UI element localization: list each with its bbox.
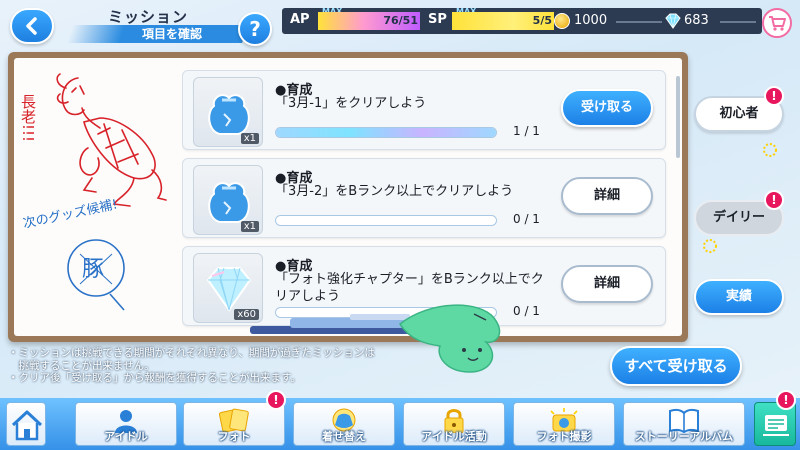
page-title: ミッション <box>108 8 189 26</box>
help-button[interactable]: ? <box>238 12 272 46</box>
gem-icon <box>665 13 681 29</box>
receive-reward-button[interactable]: 受け取る <box>561 89 653 127</box>
mission-list[interactable]: x1 ●育成 「3月-1」をクリアしよう 1 / 1 受け取る x1 ●育成 「… <box>182 70 672 334</box>
reward-thumbnail: x1 <box>193 165 263 235</box>
mission-description: 「3月-1」をクリアしよう <box>275 96 427 111</box>
mission-progress-bar <box>275 215 497 226</box>
menu-icon <box>763 415 789 436</box>
reward-count: x1 <box>240 221 259 232</box>
nav-photo-alert-badge: ! <box>266 390 286 410</box>
mission-card: x1 ●育成 「3月-1」をクリアしよう 1 / 1 受け取る <box>182 70 666 150</box>
mission-progress-text: 0 / 1 <box>513 212 540 226</box>
doodle-seal-text: 豚 <box>82 257 104 282</box>
nav-photo-shoot[interactable]: フォト撮影 <box>513 402 615 446</box>
page-title-block: ミッション 項目を確認 <box>67 4 250 44</box>
tab-beginner-alert-badge: ! <box>764 86 784 106</box>
mission-description: 「3月-2」をBランク以上でクリアしよう <box>275 184 514 199</box>
mission-notes: ・ミッションは挑戦できる期間がそれぞれ異なり、期間が過ぎたミッションは 挑戦する… <box>8 347 468 385</box>
mission-board-surface: 長老!!! 次のグッズ候補! 豚 x1 ●育成 「3月-1」をクリアしよう 1 … <box>14 58 682 336</box>
gem-divider <box>720 21 756 23</box>
claim-all-button[interactable]: すべて受け取る <box>610 346 742 386</box>
note-line: ・クリア後「受け取る」から報酬を獲得することが出来ます。 <box>8 372 301 384</box>
nav-story-album[interactable]: ストーリーアルバム <box>623 402 745 446</box>
ap-gauge: 76/51 <box>318 12 420 30</box>
coin-divider <box>616 21 662 23</box>
cart-icon <box>769 16 786 31</box>
reward-count: x1 <box>240 133 259 144</box>
nav-photo[interactable]: フォト <box>183 402 285 446</box>
doodle-text-next-goods: 次のグッズ候補! <box>22 196 119 232</box>
home-icon <box>11 410 43 441</box>
gem-count: 683 <box>684 13 709 28</box>
shop-cart-button[interactable] <box>762 8 792 38</box>
nav-idol-activity[interactable]: アイドル活動 <box>403 402 505 446</box>
mission-progress-fill <box>276 128 496 137</box>
whiteboard-doodle: 長老!!! 次のグッズ候補! 豚 <box>19 73 167 311</box>
nav-label: アイドル <box>104 430 148 443</box>
reward-thumbnail: x1 <box>193 77 263 147</box>
nav-menu-alert-badge: ! <box>776 390 796 410</box>
mission-details-button[interactable]: 詳細 <box>561 265 653 303</box>
nav-dress-up[interactable]: 着せ替え <box>293 402 395 446</box>
note-line: 挑戦することが出来ません。 <box>8 359 155 372</box>
doodle-text-elder: 長老!!! <box>19 94 37 142</box>
nav-label: 着せ替え <box>322 430 366 443</box>
bottom-nav: アイドル フォト ! 着せ替え アイドル活動 フォト撮影 ストーリーアルバム ! <box>0 390 800 450</box>
nav-idol[interactable]: アイドル <box>75 402 177 446</box>
nav-label: フォト撮影 <box>536 430 592 443</box>
coin-icon <box>554 13 570 29</box>
mission-board: 長老!!! 次のグッズ候補! 豚 x1 ●育成 「3月-1」をクリアしよう 1 … <box>8 52 688 342</box>
nav-label: ストーリーアルバム <box>634 430 734 443</box>
sparkle-icon <box>703 239 717 253</box>
back-button[interactable] <box>10 8 54 44</box>
sp-label: SP <box>428 12 447 27</box>
tab-achievements[interactable]: 実績 <box>694 279 784 315</box>
chevron-left-icon <box>26 17 37 35</box>
ap-value: 76/51 <box>383 14 418 27</box>
mission-progress-bar <box>275 127 497 138</box>
nav-label: フォト <box>217 430 251 443</box>
sp-gauge: 5/5 <box>452 12 554 30</box>
coin-count: 1000 <box>574 13 608 28</box>
nav-label: アイドル活動 <box>421 430 487 443</box>
tab-daily-alert-badge: ! <box>764 190 784 210</box>
mission-card: x1 ●育成 「3月-2」をBランク以上でクリアしよう 0 / 1 詳細 <box>182 158 666 238</box>
nav-home[interactable] <box>6 402 46 446</box>
mission-progress-text: 1 / 1 <box>513 124 540 138</box>
ap-label: AP <box>290 12 310 27</box>
status-bar: AP MAX 76/51 SP MAX 5/5 1000 683 <box>282 7 762 34</box>
sp-value: 5/5 <box>532 14 552 27</box>
mission-list-scrollbar[interactable] <box>676 76 680 158</box>
page-subtitle: 項目を確認 <box>67 25 248 43</box>
sparkle-icon <box>763 143 777 157</box>
note-line: ・ミッションは挑戦できる期間がそれぞれ異なり、期間が過ぎたミッションは <box>8 347 375 359</box>
mission-details-button[interactable]: 詳細 <box>561 177 653 215</box>
